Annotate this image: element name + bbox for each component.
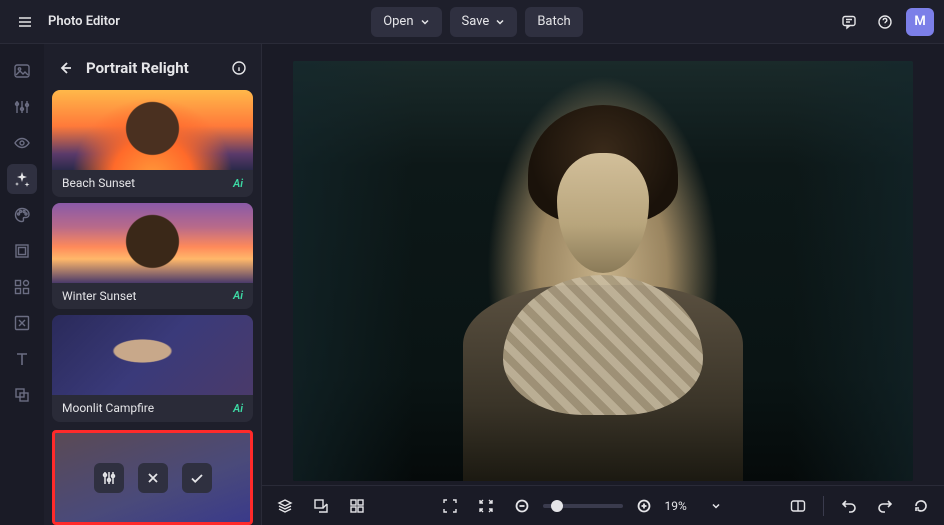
apply-preset-button[interactable]	[182, 463, 212, 493]
preset-action-box	[52, 430, 253, 525]
fit-icon	[441, 497, 459, 515]
chevron-down-icon[interactable]	[711, 501, 721, 511]
preset-beach-sunset[interactable]: Beach Sunset Ai	[52, 90, 253, 197]
panel-title: Portrait Relight	[86, 59, 219, 77]
text-icon	[13, 350, 31, 368]
content: Portrait Relight Beach Sunset Ai Winter …	[0, 44, 944, 525]
ai-badge: Ai	[233, 289, 243, 302]
actual-size-button[interactable]	[471, 491, 501, 521]
chevron-down-icon	[420, 17, 430, 27]
back-button[interactable]	[54, 56, 78, 80]
avatar-initial: M	[914, 14, 925, 29]
tool-overlay[interactable]	[7, 380, 37, 410]
preset-label: Moonlit Campfire	[62, 401, 154, 415]
zoom-slider[interactable]	[543, 504, 623, 508]
ai-badge: Ai	[233, 177, 243, 190]
retouch-icon	[13, 314, 31, 332]
eye-icon	[13, 134, 31, 152]
tool-image[interactable]	[7, 56, 37, 86]
batch-label: Batch	[537, 14, 570, 29]
bottom-toolbar: 19%	[262, 485, 944, 525]
tool-effects[interactable]	[7, 164, 37, 194]
adjust-preset-button[interactable]	[94, 463, 124, 493]
open-label: Open	[383, 14, 413, 29]
save-label: Save	[462, 14, 490, 29]
check-icon	[189, 470, 205, 486]
preset-thumb	[52, 203, 253, 283]
redo-icon	[876, 497, 894, 515]
help-icon	[877, 14, 893, 30]
grid-icon	[348, 497, 366, 515]
tool-eye[interactable]	[7, 128, 37, 158]
collapse-icon	[477, 497, 495, 515]
chat-icon	[841, 14, 857, 30]
preset-label: Winter Sunset	[62, 289, 136, 303]
zoom-value: 19%	[665, 499, 705, 513]
palette-icon	[13, 206, 31, 224]
fit-screen-button[interactable]	[435, 491, 465, 521]
export-icon	[312, 497, 330, 515]
layers-button[interactable]	[270, 491, 300, 521]
toolstrip	[0, 44, 44, 525]
undo-button[interactable]	[834, 491, 864, 521]
redo-button[interactable]	[870, 491, 900, 521]
preset-thumb	[52, 315, 253, 395]
cancel-preset-button[interactable]	[138, 463, 168, 493]
tool-adjust[interactable]	[7, 92, 37, 122]
save-button[interactable]: Save	[450, 7, 518, 37]
image-icon	[13, 62, 31, 80]
preset-winter-sunset[interactable]: Winter Sunset Ai	[52, 203, 253, 310]
canvas[interactable]	[262, 44, 944, 485]
tool-text[interactable]	[7, 344, 37, 374]
grid-button[interactable]	[342, 491, 372, 521]
sparkle-icon	[13, 170, 31, 188]
info-icon	[231, 60, 247, 76]
close-icon	[146, 471, 160, 485]
preset-moonlit-campfire[interactable]: Moonlit Campfire Ai	[52, 315, 253, 422]
tool-color[interactable]	[7, 200, 37, 230]
info-button[interactable]	[227, 56, 251, 80]
photo	[293, 61, 913, 481]
zoom-in-button[interactable]	[629, 491, 659, 521]
menu-button[interactable]	[10, 7, 40, 37]
plus-icon	[637, 499, 651, 513]
tool-retouch[interactable]	[7, 308, 37, 338]
frame-icon	[13, 242, 31, 260]
layers-icon	[276, 497, 294, 515]
export-button[interactable]	[306, 491, 336, 521]
arrow-left-icon	[58, 60, 74, 76]
open-button[interactable]: Open	[371, 7, 441, 37]
side-panel: Portrait Relight Beach Sunset Ai Winter …	[44, 44, 262, 525]
topbar: Photo Editor Open Save Batch M	[0, 0, 944, 44]
undo-icon	[840, 497, 858, 515]
portrait-subject	[528, 105, 678, 225]
batch-button[interactable]: Batch	[525, 7, 582, 37]
app-title: Photo Editor	[48, 14, 120, 29]
compare-button[interactable]	[783, 491, 813, 521]
canvas-area: 19%	[262, 44, 944, 525]
sliders-icon	[101, 470, 117, 486]
reset-button[interactable]	[906, 491, 936, 521]
reset-icon	[912, 497, 930, 515]
chevron-down-icon	[495, 17, 505, 27]
divider	[823, 496, 824, 516]
minus-icon	[515, 499, 529, 513]
zoom-out-button[interactable]	[507, 491, 537, 521]
avatar[interactable]: M	[906, 8, 934, 36]
tool-elements[interactable]	[7, 272, 37, 302]
preset-list: Beach Sunset Ai Winter Sunset Ai Moonlit…	[52, 90, 253, 422]
compare-icon	[789, 497, 807, 515]
shapes-icon	[13, 278, 31, 296]
hamburger-icon	[17, 14, 33, 30]
ai-badge: Ai	[233, 402, 243, 415]
tool-frame[interactable]	[7, 236, 37, 266]
overlay-icon	[13, 386, 31, 404]
preset-label: Beach Sunset	[62, 176, 135, 190]
feedback-button[interactable]	[834, 7, 864, 37]
preset-thumb	[52, 90, 253, 170]
sliders-icon	[13, 98, 31, 116]
help-button[interactable]	[870, 7, 900, 37]
